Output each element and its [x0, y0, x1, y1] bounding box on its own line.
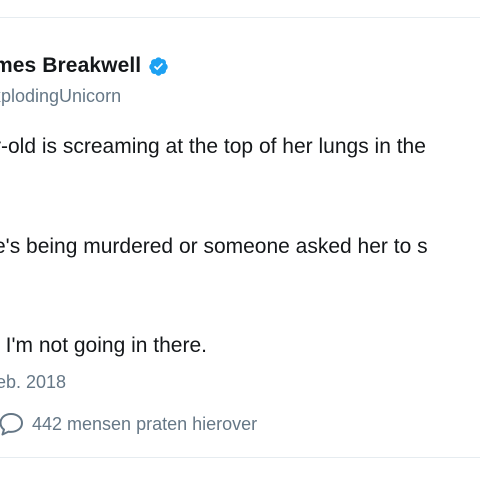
tweet-text-line-2: e's being murdered or someone asked her …: [0, 235, 428, 258]
conversation-count-label[interactable]: 442 mensen praten hierover: [32, 414, 257, 435]
author-display-name[interactable]: mes Breakwell: [0, 54, 141, 78]
speech-bubble-icon: [0, 413, 23, 436]
tweet-text-line-1: r-old is screaming at the top of her lun…: [0, 135, 426, 158]
card-bottom-divider: [0, 457, 480, 458]
tweet-timestamp[interactable]: feb. 2018: [0, 372, 66, 393]
conversation-link[interactable]: 442 mensen praten hierover: [0, 411, 257, 437]
card-top-divider: [0, 17, 480, 18]
tweet-text-line-3: . I'm not going in there.: [0, 334, 207, 357]
verified-badge-icon: [149, 56, 168, 76]
author-handle[interactable]: xplodingUnicorn: [0, 86, 121, 107]
author-row[interactable]: mes Breakwell: [0, 54, 169, 78]
